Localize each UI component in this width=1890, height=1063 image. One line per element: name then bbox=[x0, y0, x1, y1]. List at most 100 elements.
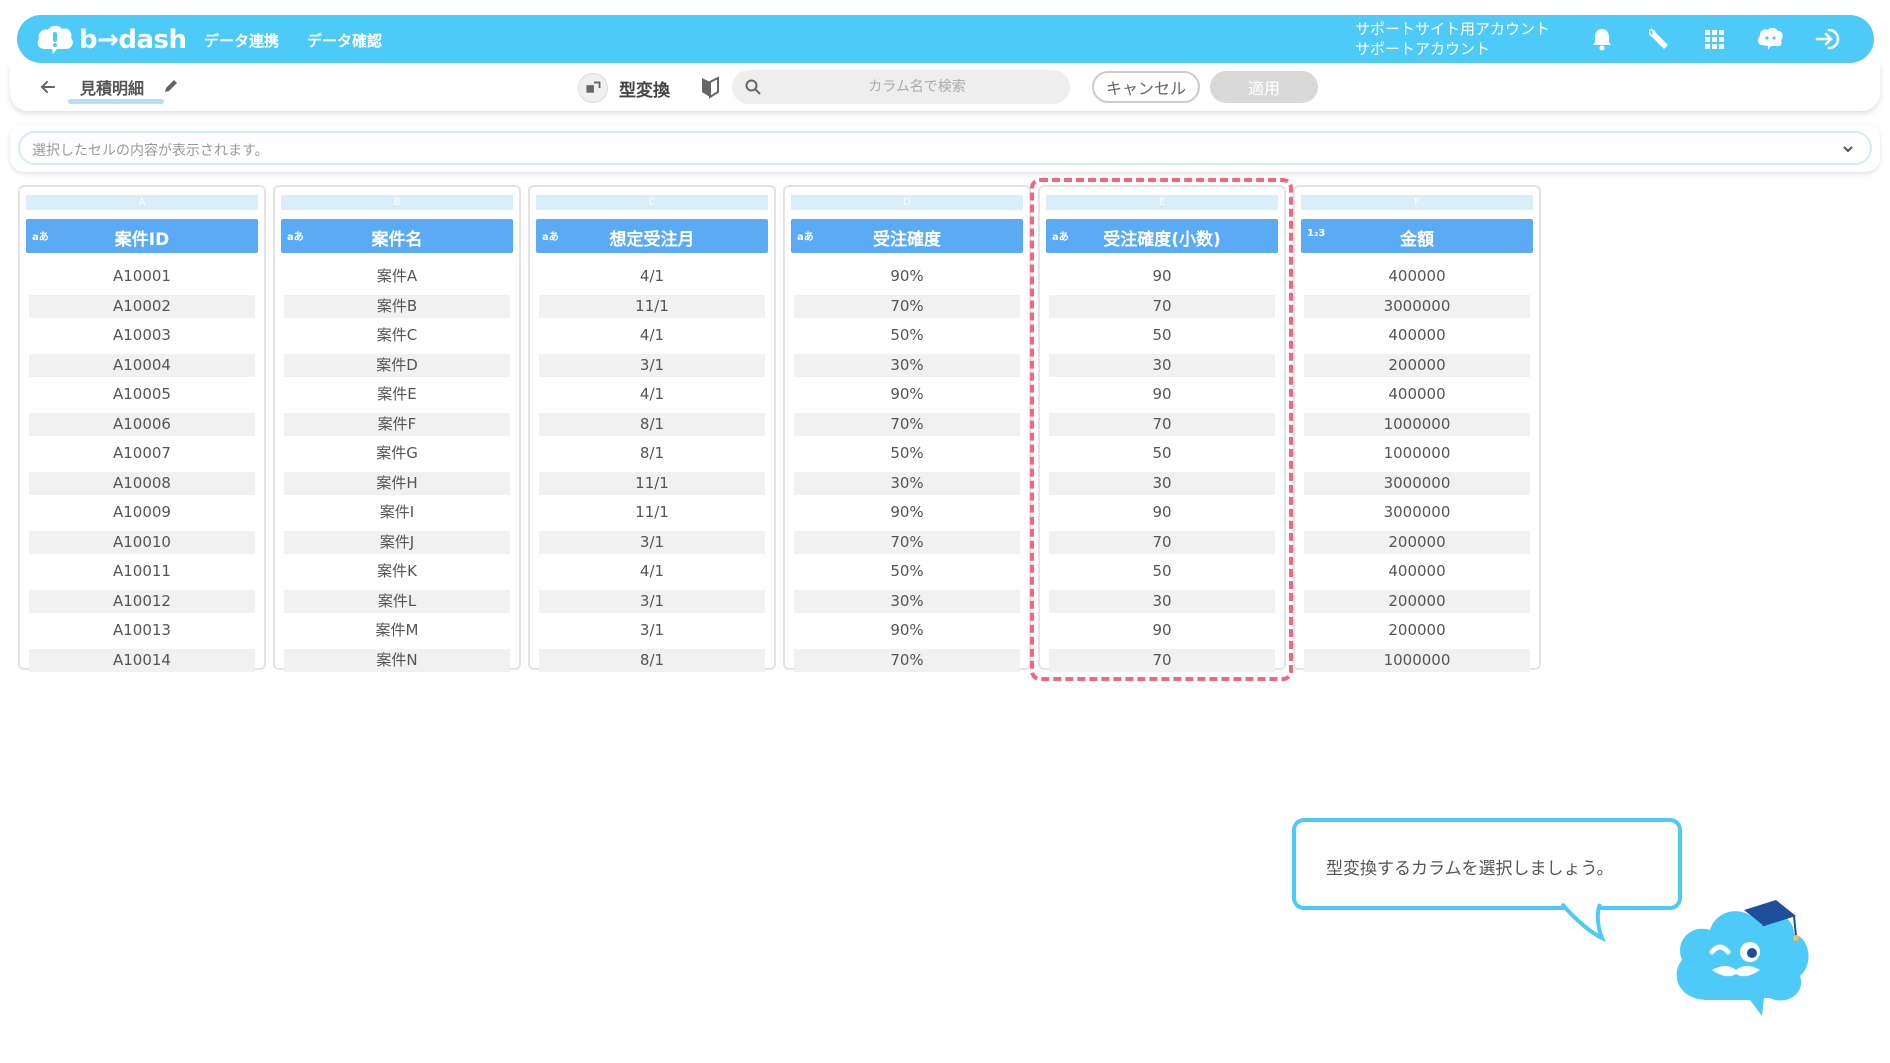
table-cell[interactable]: 案件L bbox=[284, 589, 510, 613]
table-cell[interactable]: 案件K bbox=[284, 560, 510, 583]
table-cell[interactable]: A10005 bbox=[29, 383, 255, 406]
table-cell[interactable]: 50% bbox=[794, 560, 1020, 583]
search-input[interactable] bbox=[772, 70, 1062, 104]
table-cell[interactable]: 4/1 bbox=[539, 383, 765, 406]
table-cell[interactable]: 案件G bbox=[284, 442, 510, 465]
table-cell[interactable]: A10002 bbox=[29, 294, 255, 318]
table-cell[interactable]: 案件M bbox=[284, 619, 510, 642]
table-cell[interactable]: A10012 bbox=[29, 589, 255, 613]
table-cell[interactable]: 70% bbox=[794, 648, 1020, 672]
cell-content-field[interactable]: 選択したセルの内容が表示されます。 bbox=[18, 131, 1872, 165]
table-cell[interactable]: 案件B bbox=[284, 294, 510, 318]
column-f[interactable]: F 金額 1₂3 400000 3000000 400000 200000 400000 100… bbox=[1293, 185, 1541, 672]
table-cell[interactable]: A10009 bbox=[29, 501, 255, 524]
column-letter[interactable]: A bbox=[26, 195, 258, 210]
table-cell[interactable]: 70% bbox=[794, 294, 1020, 318]
table-cell[interactable]: 11/1 bbox=[539, 501, 765, 524]
table-cell[interactable]: 3/1 bbox=[539, 619, 765, 642]
apply-button[interactable]: 適用 bbox=[1210, 71, 1318, 103]
table-cell[interactable]: 3000000 bbox=[1304, 501, 1530, 524]
table-cell[interactable]: 8/1 bbox=[539, 648, 765, 672]
column-d[interactable]: D 受注確度 aあ 90% 70% 50% 30% 90% 70% 50% 30% 90% 70% 50%… bbox=[783, 185, 1031, 672]
table-cell[interactable]: A10003 bbox=[29, 324, 255, 347]
table-cell[interactable]: 4/1 bbox=[539, 324, 765, 347]
table-cell[interactable]: 400000 bbox=[1304, 324, 1530, 347]
account-info[interactable]: サポートサイト用アカウント サポートアカウント bbox=[1355, 19, 1550, 59]
table-cell[interactable]: A10013 bbox=[29, 619, 255, 642]
table-cell[interactable]: 案件F bbox=[284, 412, 510, 436]
table-cell[interactable]: 400000 bbox=[1304, 265, 1530, 288]
table-cell[interactable]: 案件H bbox=[284, 471, 510, 495]
table-cell[interactable]: 8/1 bbox=[539, 412, 765, 436]
column-b[interactable]: B 案件名 aあ案件A 案件B 案件C 案件D 案件E 案件F 案件G 案件H 案件I 案件J 案件K 案… bbox=[273, 185, 521, 672]
table-cell[interactable]: 200000 bbox=[1304, 619, 1530, 642]
column-search[interactable] bbox=[732, 70, 1070, 104]
wrench-icon[interactable] bbox=[1644, 25, 1672, 53]
column-header[interactable]: 受注確度 aあ bbox=[791, 219, 1023, 253]
table-cell[interactable]: 400000 bbox=[1304, 560, 1530, 583]
table-cell[interactable]: 200000 bbox=[1304, 353, 1530, 377]
column-header[interactable]: 案件ID aあ bbox=[26, 219, 258, 253]
chat-bot-icon[interactable] bbox=[1756, 25, 1784, 53]
table-cell[interactable]: A10011 bbox=[29, 560, 255, 583]
table-cell[interactable]: 3000000 bbox=[1304, 471, 1530, 495]
table-cell[interactable]: 案件E bbox=[284, 383, 510, 406]
table-cell[interactable]: 4/1 bbox=[539, 265, 765, 288]
table-cell[interactable]: 90% bbox=[794, 265, 1020, 288]
table-cell[interactable]: 200000 bbox=[1304, 530, 1530, 554]
table-cell[interactable]: 案件D bbox=[284, 353, 510, 377]
table-cell[interactable]: 90% bbox=[794, 619, 1020, 642]
table-cell[interactable]: 30% bbox=[794, 589, 1020, 613]
table-cell[interactable]: 30% bbox=[794, 353, 1020, 377]
table-cell[interactable]: 30% bbox=[794, 471, 1020, 495]
column-letter[interactable]: B bbox=[281, 195, 513, 210]
table-cell[interactable]: 50% bbox=[794, 324, 1020, 347]
table-cell[interactable]: 1000000 bbox=[1304, 442, 1530, 465]
table-cell[interactable]: 70% bbox=[794, 412, 1020, 436]
grid-menu-icon[interactable] bbox=[1700, 25, 1728, 53]
column-c[interactable]: C 想定受注月 aあ 4/1 11/1 4/1 3/1 4/1 8/1 8/1 11/1 11/1 3/… bbox=[528, 185, 776, 672]
beginner-mark-icon[interactable] bbox=[699, 75, 721, 99]
bell-icon[interactable] bbox=[1588, 25, 1616, 53]
back-arrow-icon[interactable] bbox=[38, 77, 58, 97]
column-letter[interactable]: F bbox=[1301, 195, 1533, 210]
table-cell[interactable]: A10010 bbox=[29, 530, 255, 554]
table-cell[interactable]: 案件A bbox=[284, 265, 510, 288]
table-cell[interactable]: A10008 bbox=[29, 471, 255, 495]
nav-data-check[interactable]: データ確認 bbox=[307, 30, 382, 51]
column-letter[interactable]: D bbox=[791, 195, 1023, 210]
column-header[interactable]: 想定受注月 aあ bbox=[536, 219, 768, 253]
table-cell[interactable]: 案件C bbox=[284, 324, 510, 347]
column-a[interactable]: A 案件ID aあ A10001 A10002 A10003 A10004 A10005 A10… bbox=[18, 185, 266, 672]
table-cell[interactable]: 400000 bbox=[1304, 383, 1530, 406]
chevron-down-icon[interactable] bbox=[1840, 141, 1856, 157]
table-cell[interactable]: 3/1 bbox=[539, 353, 765, 377]
table-cell[interactable]: 3/1 bbox=[539, 530, 765, 554]
table-cell[interactable]: 4/1 bbox=[539, 560, 765, 583]
column-header[interactable]: 案件名 aあ bbox=[281, 219, 513, 253]
table-cell[interactable]: 1000000 bbox=[1304, 648, 1530, 672]
table-cell[interactable]: 90% bbox=[794, 501, 1020, 524]
table-cell[interactable]: 案件N bbox=[284, 648, 510, 672]
logout-icon[interactable] bbox=[1814, 25, 1842, 53]
table-cell[interactable]: A10004 bbox=[29, 353, 255, 377]
table-cell[interactable]: A10006 bbox=[29, 412, 255, 436]
bdash-logo[interactable]: b→dash bbox=[35, 21, 187, 57]
table-cell[interactable]: 90% bbox=[794, 383, 1020, 406]
column-header[interactable]: 金額 1₂3 bbox=[1301, 219, 1533, 253]
table-cell[interactable]: 3000000 bbox=[1304, 294, 1530, 318]
table-cell[interactable]: 8/1 bbox=[539, 442, 765, 465]
table-cell[interactable]: 11/1 bbox=[539, 294, 765, 318]
cancel-button[interactable]: キャンセル bbox=[1092, 71, 1200, 103]
table-cell[interactable]: 案件J bbox=[284, 530, 510, 554]
table-cell[interactable]: 案件I bbox=[284, 501, 510, 524]
table-cell[interactable]: 70% bbox=[794, 530, 1020, 554]
column-letter[interactable]: C bbox=[536, 195, 768, 210]
table-cell[interactable]: 50% bbox=[794, 442, 1020, 465]
table-cell[interactable]: 3/1 bbox=[539, 589, 765, 613]
table-cell[interactable]: A10007 bbox=[29, 442, 255, 465]
table-cell[interactable]: 1000000 bbox=[1304, 412, 1530, 436]
table-cell[interactable]: A10001 bbox=[29, 265, 255, 288]
table-cell[interactable]: 11/1 bbox=[539, 471, 765, 495]
edit-pencil-icon[interactable] bbox=[162, 77, 180, 95]
